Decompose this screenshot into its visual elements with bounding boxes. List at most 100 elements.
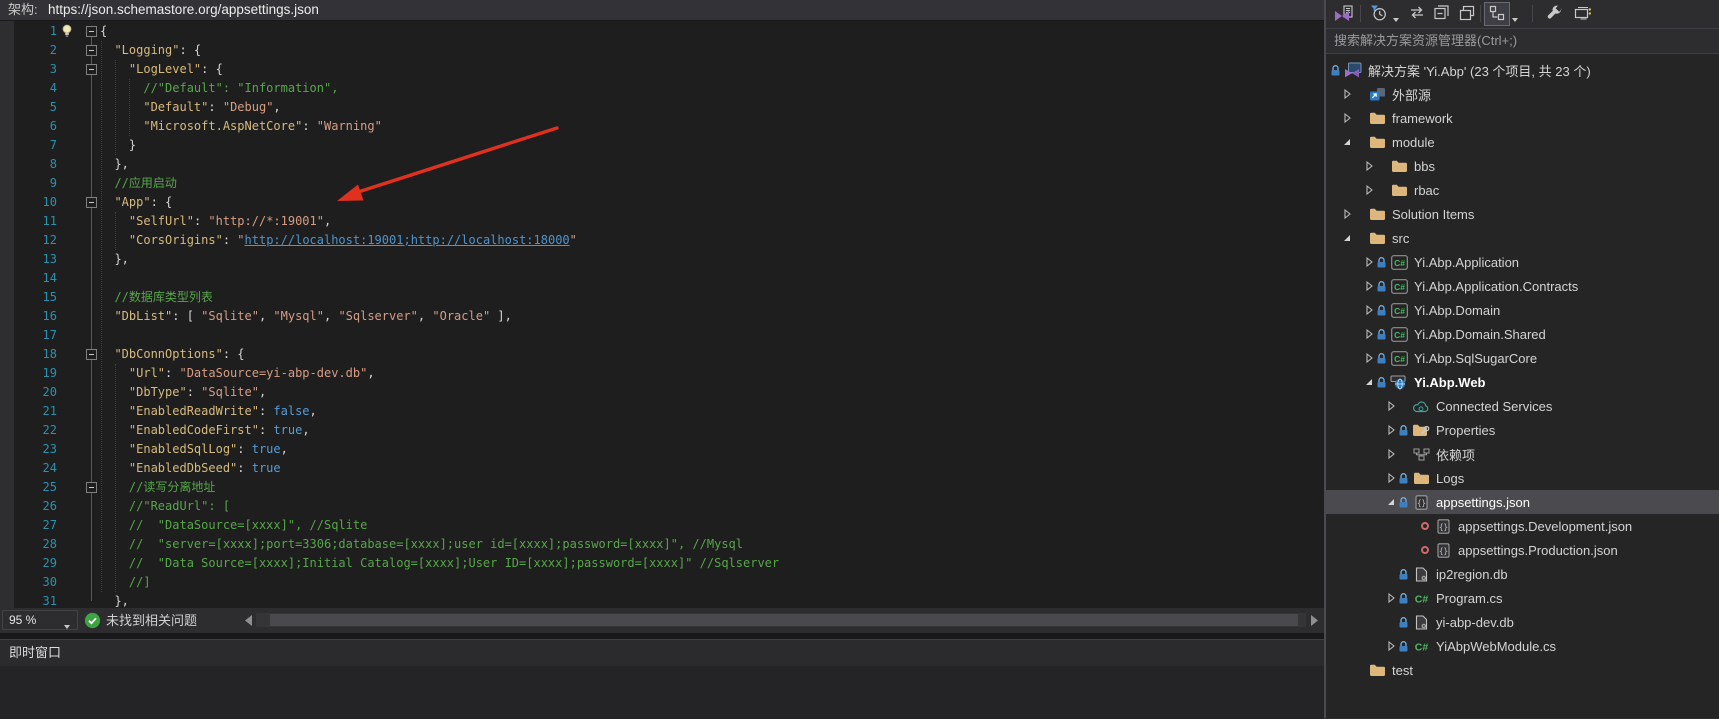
- code-line-15[interactable]: //数据库类型列表: [100, 288, 213, 307]
- lightbulb-quick-actions-icon[interactable]: [59, 23, 75, 39]
- tree-item-rbac[interactable]: rbac: [1326, 178, 1719, 202]
- tree-item-yi-abp-application[interactable]: C#Yi.Abp.Application: [1326, 250, 1719, 274]
- preview-selected-items-icon[interactable]: [1574, 5, 1592, 26]
- tree-item-yi-abp-dev-db[interactable]: yi-abp-dev.db: [1326, 610, 1719, 634]
- code-editor[interactable]: 1234567891011121314151617181920212223242…: [0, 21, 1324, 608]
- chevron-collapsed-icon[interactable]: [1361, 184, 1376, 196]
- tree-item-connected-services[interactable]: Connected Services: [1326, 394, 1719, 418]
- chevron-collapsed-icon[interactable]: [1361, 160, 1376, 172]
- tree-item-appsettings-json[interactable]: {}appsettings.json: [1326, 490, 1719, 514]
- tree-item-logs[interactable]: Logs: [1326, 466, 1719, 490]
- properties-wrench-icon[interactable]: [1546, 5, 1563, 27]
- tree-item-yi-abp-web[interactable]: Yi.Abp.Web: [1326, 370, 1719, 394]
- code-line-21[interactable]: "EnabledReadWrite": false,: [100, 402, 317, 421]
- code-line-27[interactable]: // "DataSource=[xxxx]", //Sqlite: [100, 516, 367, 535]
- tree-item-solution-items[interactable]: Solution Items: [1326, 202, 1719, 226]
- scroll-right-arrow-icon[interactable]: [1310, 614, 1319, 632]
- solution-explorer-search[interactable]: 搜索解决方案资源管理器(Ctrl+;): [1326, 28, 1719, 54]
- code-line-29[interactable]: // "Data Source=[xxxx];Initial Catalog=[…: [100, 554, 779, 573]
- zoom-level-combobox[interactable]: 95 %: [2, 610, 78, 630]
- tree-item-test[interactable]: test: [1326, 658, 1719, 682]
- chevron-expanded-icon[interactable]: [1339, 136, 1354, 148]
- breakpoint-margin[interactable]: [0, 21, 14, 608]
- fold-collapse-box[interactable]: [86, 26, 97, 37]
- code-line-30[interactable]: //]: [100, 573, 151, 592]
- fold-collapse-box[interactable]: [86, 482, 97, 493]
- code-line-2[interactable]: "Logging": {: [100, 41, 201, 60]
- tree-item-ip2region-db[interactable]: ip2region.db: [1326, 562, 1719, 586]
- tree-item-yi-abp-sqlsugarcore[interactable]: C#Yi.Abp.SqlSugarCore: [1326, 346, 1719, 370]
- fold-collapse-box[interactable]: [86, 45, 97, 56]
- fold-collapse-box[interactable]: [86, 349, 97, 360]
- code-line-13[interactable]: },: [100, 250, 129, 269]
- tree-item-src[interactable]: src: [1326, 226, 1719, 250]
- code-line-24[interactable]: "EnabledDbSeed": true: [100, 459, 281, 478]
- collapse-all-icon[interactable]: [1434, 5, 1450, 26]
- tree-item-yiabpwebmodule-cs[interactable]: C#YiAbpWebModule.cs: [1326, 634, 1719, 658]
- tree-item-yi-abp-23-23[interactable]: 解决方案 'Yi.Abp' (23 个项目, 共 23 个): [1326, 58, 1719, 82]
- immediate-window-input[interactable]: [0, 666, 1324, 719]
- schema-url-combobox[interactable]: https://json.schemastore.org/appsettings…: [48, 0, 319, 20]
- code-line-5[interactable]: "Default": "Debug",: [100, 98, 281, 117]
- code-line-10[interactable]: "App": {: [100, 193, 172, 212]
- code-line-6[interactable]: "Microsoft.AspNetCore": "Warning": [100, 117, 382, 136]
- code-line-11[interactable]: "SelfUrl": "http://*:19001",: [100, 212, 331, 231]
- chevron-collapsed-icon[interactable]: [1383, 448, 1398, 460]
- code-line-20[interactable]: "DbType": "Sqlite",: [100, 383, 266, 402]
- chevron-collapsed-icon[interactable]: [1361, 304, 1376, 316]
- code-line-7[interactable]: }: [100, 136, 136, 155]
- tree-item-yi-abp-domain[interactable]: C#Yi.Abp.Domain: [1326, 298, 1719, 322]
- tree-item-yi-abp-application-contracts[interactable]: C#Yi.Abp.Application.Contracts: [1326, 274, 1719, 298]
- code-line-9[interactable]: //应用启动: [100, 174, 177, 193]
- tree-item-appsettings-production-json[interactable]: {}appsettings.Production.json: [1326, 538, 1719, 562]
- chevron-expanded-icon[interactable]: [1383, 496, 1398, 508]
- file-nesting-icon[interactable]: [1489, 5, 1505, 26]
- chevron-expanded-icon[interactable]: [1361, 376, 1376, 388]
- chevron-collapsed-icon[interactable]: [1339, 208, 1354, 220]
- chevron-collapsed-icon[interactable]: [1383, 472, 1398, 484]
- code-line-3[interactable]: "LogLevel": {: [100, 60, 223, 79]
- tree-item-item[interactable]: 依赖项: [1326, 442, 1719, 466]
- scroll-left-arrow-icon[interactable]: [244, 614, 253, 632]
- tree-item-appsettings-development-json[interactable]: {}appsettings.Development.json: [1326, 514, 1719, 538]
- tree-item-bbs[interactable]: bbs: [1326, 154, 1719, 178]
- tree-item-properties[interactable]: Properties: [1326, 418, 1719, 442]
- chevron-collapsed-icon[interactable]: [1383, 592, 1398, 604]
- code-line-16[interactable]: "DbList": [ "Sqlite", "Mysql", "Sqlserve…: [100, 307, 512, 326]
- tree-item-program-cs[interactable]: C#Program.cs: [1326, 586, 1719, 610]
- chevron-collapsed-icon[interactable]: [1383, 400, 1398, 412]
- immediate-window-header[interactable]: 即时窗口: [0, 640, 1324, 666]
- code-line-8[interactable]: },: [100, 155, 129, 174]
- chevron-expanded-icon[interactable]: [1339, 232, 1354, 244]
- code-line-22[interactable]: "EnabledCodeFirst": true,: [100, 421, 310, 440]
- sync-with-active-document-icon[interactable]: [1408, 5, 1426, 25]
- chevron-down-icon[interactable]: [1511, 10, 1519, 28]
- code-line-25[interactable]: //读写分离地址: [100, 478, 215, 497]
- fold-collapse-box[interactable]: [86, 197, 97, 208]
- chevron-down-icon[interactable]: [1392, 10, 1400, 28]
- switch-views-icon[interactable]: [1334, 5, 1353, 27]
- horizontal-scrollbar[interactable]: [256, 613, 1306, 627]
- chevron-collapsed-icon[interactable]: [1361, 328, 1376, 340]
- code-line-1[interactable]: {: [100, 22, 107, 41]
- chevron-collapsed-icon[interactable]: [1339, 88, 1354, 100]
- code-line-19[interactable]: "Url": "DataSource=yi-abp-dev.db",: [100, 364, 375, 383]
- pending-changes-filter-icon[interactable]: [1370, 5, 1387, 26]
- chevron-collapsed-icon[interactable]: [1383, 424, 1398, 436]
- code-line-28[interactable]: // "server=[xxxx];port=3306;database=[xx…: [100, 535, 743, 554]
- code-line-23[interactable]: "EnabledSqlLog": true,: [100, 440, 288, 459]
- chevron-collapsed-icon[interactable]: [1361, 256, 1376, 268]
- fold-collapse-box[interactable]: [86, 64, 97, 75]
- code-line-18[interactable]: "DbConnOptions": {: [100, 345, 245, 364]
- chevron-collapsed-icon[interactable]: [1361, 352, 1376, 364]
- tree-item-item[interactable]: 外部源: [1326, 82, 1719, 106]
- tree-item-framework[interactable]: framework: [1326, 106, 1719, 130]
- tree-item-module[interactable]: module: [1326, 130, 1719, 154]
- horizontal-scrollbar-thumb[interactable]: [270, 614, 1298, 626]
- code-line-26[interactable]: //"ReadUrl": [: [100, 497, 230, 516]
- show-all-files-icon[interactable]: [1459, 5, 1475, 26]
- chevron-collapsed-icon[interactable]: [1361, 280, 1376, 292]
- code-line-12[interactable]: "CorsOrigins": "http://localhost:19001;h…: [100, 231, 577, 250]
- code-line-4[interactable]: //"Default": "Information",: [100, 79, 338, 98]
- chevron-collapsed-icon[interactable]: [1339, 112, 1354, 124]
